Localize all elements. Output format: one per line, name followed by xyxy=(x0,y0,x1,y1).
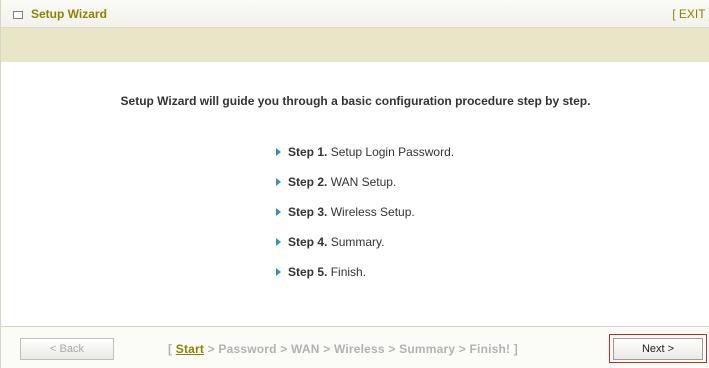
breadcrumb-item-summary: Summary xyxy=(399,342,456,356)
setup-wizard-window: Setup Wizard [ EXIT ] Setup Wizard will … xyxy=(0,0,709,368)
breadcrumb-separator: > xyxy=(458,342,466,356)
step-number: Step 3. xyxy=(288,205,328,219)
window-title: Setup Wizard xyxy=(31,7,107,21)
breadcrumb-item-wan: WAN xyxy=(291,342,320,356)
triangle-right-icon xyxy=(276,208,281,216)
breadcrumb-close-bracket: ] xyxy=(513,342,518,356)
breadcrumb-item-wireless: Wireless xyxy=(333,342,385,356)
breadcrumb-separator: > xyxy=(323,342,331,356)
step-item-3: Step 3. Wireless Setup. xyxy=(276,205,454,235)
next-button[interactable]: Next > xyxy=(613,338,703,360)
back-button[interactable]: < Back xyxy=(20,338,114,360)
step-item-1: Step 1. Setup Login Password. xyxy=(276,145,454,175)
breadcrumb-current-start: Start xyxy=(175,342,205,356)
step-number: Step 5. xyxy=(288,265,328,279)
step-label: Summary. xyxy=(330,235,385,249)
intro-text: Setup Wizard will guide you through a ba… xyxy=(120,94,591,108)
breadcrumb-separator: > xyxy=(207,342,215,356)
triangle-right-icon xyxy=(276,238,281,246)
step-item-5: Step 5. Finish. xyxy=(276,265,454,295)
triangle-right-icon xyxy=(276,268,281,276)
wizard-progress-breadcrumb: [ Start > Password > WAN > Wireless > Su… xyxy=(168,342,518,356)
title-bar: Setup Wizard [ EXIT ] xyxy=(1,0,709,28)
triangle-right-icon xyxy=(276,148,281,156)
breadcrumb-separator: > xyxy=(280,342,288,356)
next-button-highlight: Next > xyxy=(609,334,707,363)
triangle-right-icon xyxy=(276,178,281,186)
step-label: Finish. xyxy=(330,265,367,279)
exit-link[interactable]: [ EXIT ] xyxy=(672,7,709,21)
header-band xyxy=(1,28,709,62)
step-item-2: Step 2. WAN Setup. xyxy=(276,175,454,205)
step-number: Step 4. xyxy=(288,235,328,249)
breadcrumb-item-finish: Finish! xyxy=(469,342,511,356)
step-list: Step 1. Setup Login Password. Step 2. WA… xyxy=(276,145,454,295)
breadcrumb-item-password: Password xyxy=(218,342,277,356)
step-number: Step 1. xyxy=(288,145,328,159)
breadcrumb-separator: > xyxy=(388,342,396,356)
wizard-footer: < Back [ Start > Password > WAN > Wirele… xyxy=(1,326,709,368)
breadcrumb-open-bracket: [ xyxy=(168,342,173,356)
step-item-4: Step 4. Summary. xyxy=(276,235,454,265)
window-icon xyxy=(13,11,23,19)
step-label: Setup Login Password. xyxy=(330,145,455,159)
step-label: Wireless Setup. xyxy=(330,205,415,219)
step-number: Step 2. xyxy=(288,175,328,189)
step-label: WAN Setup. xyxy=(330,175,397,189)
